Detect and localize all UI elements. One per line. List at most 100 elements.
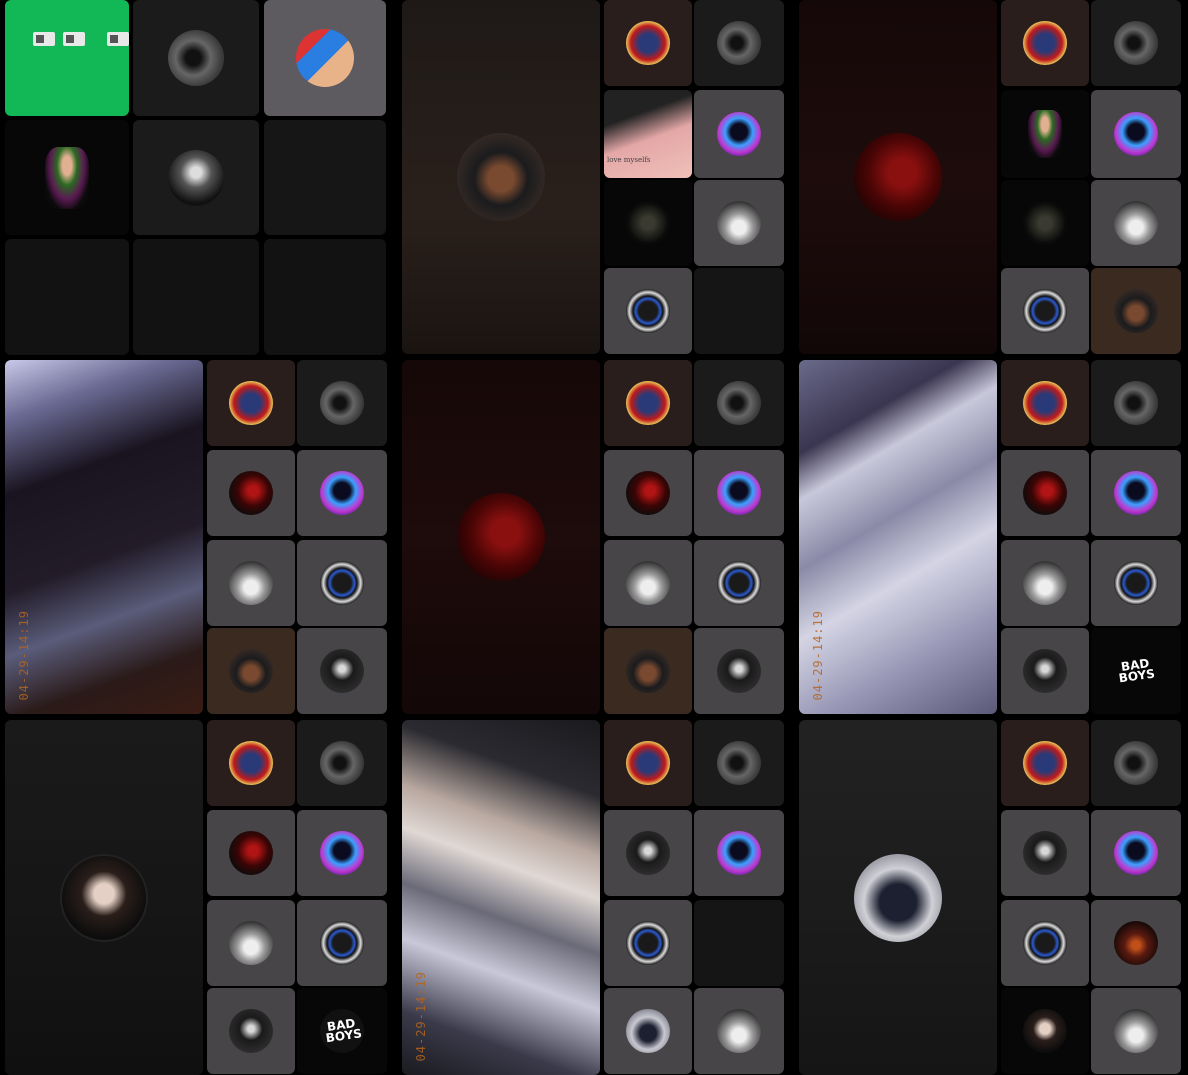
participant-tile[interactable] (1091, 90, 1181, 178)
participant-tile[interactable] (207, 988, 295, 1074)
video-timestamp: 04-29-14:19 (811, 609, 825, 700)
participant-tile[interactable] (604, 0, 692, 86)
participant-tile[interactable] (694, 90, 784, 178)
participant-tile[interactable] (1091, 988, 1181, 1074)
screen-share-tile[interactable] (5, 0, 129, 116)
neon-hood-avatar (1114, 831, 1158, 875)
participant-tile[interactable] (207, 900, 295, 986)
black-jacket-avatar (229, 1009, 273, 1053)
smiling-girl-avatar (60, 853, 148, 942)
grey-blob-avatar (717, 21, 761, 65)
participant-tile[interactable] (1091, 268, 1181, 354)
red-portrait-avatar (229, 471, 273, 515)
participant-tile[interactable] (694, 180, 784, 266)
participant-tile[interactable]: BAD BOYS (297, 988, 387, 1074)
participant-tile[interactable] (1091, 540, 1181, 626)
participant-tile[interactable] (1091, 720, 1181, 806)
grey-blob-avatar (1114, 21, 1158, 65)
participant-tile[interactable] (207, 628, 295, 714)
participant-tile[interactable] (264, 0, 386, 116)
participant-tile[interactable] (694, 0, 784, 86)
participant-tile[interactable] (604, 988, 692, 1074)
hallway-avatar (1023, 561, 1067, 605)
participant-tile[interactable] (1001, 810, 1089, 896)
participant-tile[interactable] (1001, 0, 1089, 86)
neon-hood-avatar (1114, 471, 1158, 515)
participant-tile[interactable] (1091, 0, 1181, 86)
red-portrait-avatar (1023, 471, 1067, 515)
participant-tile[interactable] (1091, 360, 1181, 446)
neon-hood-avatar (1114, 112, 1158, 156)
participant-tile[interactable] (1001, 180, 1089, 266)
participant-tile[interactable] (604, 180, 692, 266)
participant-tile[interactable] (207, 810, 295, 896)
participant-tile[interactable] (1001, 720, 1089, 806)
participant-tile[interactable] (694, 450, 784, 536)
grey-blob-avatar (717, 381, 761, 425)
participant-tile[interactable] (694, 360, 784, 446)
participant-tile[interactable] (207, 360, 295, 446)
participant-tile[interactable] (694, 988, 784, 1074)
participant-tile[interactable] (604, 720, 692, 806)
participant-tile[interactable] (133, 120, 259, 235)
participant-tile[interactable] (694, 540, 784, 626)
mirror-selfie-avatar (854, 853, 942, 942)
participant-tile[interactable] (297, 720, 387, 806)
hallway-avatar (626, 561, 670, 605)
active-video-tile[interactable]: 04-29-14:19 (402, 720, 600, 1075)
participant-tile[interactable] (694, 720, 784, 806)
participant-tile[interactable] (297, 450, 387, 536)
participant-tile[interactable] (604, 810, 692, 896)
participant-tile[interactable] (297, 810, 387, 896)
participant-tile[interactable] (1091, 900, 1181, 986)
participant-tile[interactable] (1001, 900, 1089, 986)
participant-tile[interactable] (1001, 360, 1089, 446)
active-video-tile[interactable]: 04-29-14:19 (799, 360, 997, 714)
participant-tile[interactable] (1001, 540, 1089, 626)
video-timestamp: 04-29-14:19 (17, 609, 31, 700)
participant-tile[interactable] (604, 450, 692, 536)
red-portrait-avatar (457, 493, 545, 581)
hallway-avatar (1114, 201, 1158, 245)
active-video-tile[interactable]: 04-29-14:19 (5, 360, 203, 714)
participant-tile[interactable] (1001, 90, 1089, 178)
round-logo-avatar (1023, 921, 1067, 965)
active-speaker-tile[interactable] (5, 720, 203, 1075)
participant-tile[interactable] (604, 628, 692, 714)
participant-tile[interactable] (1091, 450, 1181, 536)
participant-tile[interactable] (297, 628, 387, 714)
participant-tile[interactable] (694, 810, 784, 896)
participant-tile[interactable] (604, 540, 692, 626)
active-speaker-tile[interactable] (799, 0, 997, 354)
empty-tile (133, 239, 259, 355)
participant-tile[interactable] (604, 900, 692, 986)
joker-avatar (1028, 110, 1062, 158)
participant-photo-tile[interactable]: love myselfs (604, 90, 692, 178)
participant-tile[interactable] (207, 540, 295, 626)
participant-tile[interactable] (207, 450, 295, 536)
participant-tile[interactable] (1091, 810, 1181, 896)
active-speaker-tile[interactable] (402, 360, 600, 714)
active-speaker-tile[interactable] (402, 0, 600, 354)
hijab-portrait-avatar (229, 649, 273, 693)
participant-tile[interactable] (297, 900, 387, 986)
participant-tile[interactable] (1001, 988, 1089, 1074)
participant-tile[interactable]: BAD BOYS (1091, 628, 1181, 714)
participant-tile[interactable] (207, 720, 295, 806)
empty-tile (264, 120, 386, 235)
grey-blob-avatar (717, 741, 761, 785)
participant-tile[interactable] (297, 360, 387, 446)
participant-tile[interactable] (133, 0, 259, 116)
active-speaker-tile[interactable] (799, 720, 997, 1075)
participant-tile[interactable] (604, 360, 692, 446)
participant-tile[interactable] (5, 120, 129, 235)
neon-hood-avatar (717, 471, 761, 515)
participant-tile[interactable] (1001, 268, 1089, 354)
participant-tile[interactable] (1001, 628, 1089, 714)
participant-tile[interactable] (694, 628, 784, 714)
participant-tile[interactable] (604, 268, 692, 354)
participant-tile[interactable] (1091, 180, 1181, 266)
call-grid-1 (0, 0, 392, 357)
participant-tile[interactable] (1001, 450, 1089, 536)
participant-tile[interactable] (297, 540, 387, 626)
